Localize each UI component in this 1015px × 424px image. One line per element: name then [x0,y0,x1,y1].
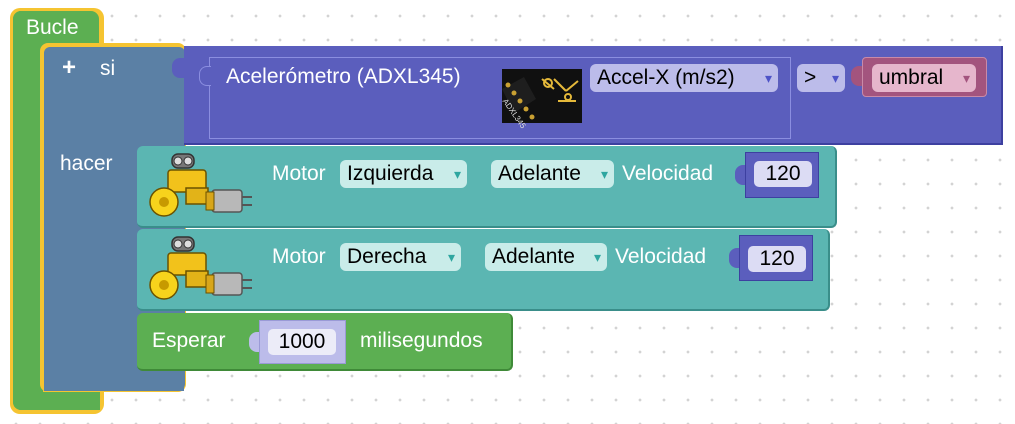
axis-dropdown[interactable]: Accel-X (m/s2) ▾ [590,64,778,92]
operator-dropdown[interactable]: > ▾ [797,64,845,92]
do-label: hacer [60,152,113,175]
wait-input[interactable]: 1000 [268,329,336,355]
speed-label: Velocidad [615,245,707,268]
speed-label: Velocidad [622,162,714,185]
motor-side-dropdown[interactable]: Izquierda ▾ [340,160,467,188]
motor-direction-value: Adelante [492,245,575,268]
variable-dropdown[interactable]: umbral ▾ [872,64,976,92]
motor-side-value: Izquierda [347,162,434,185]
loop-label: Bucle [26,16,79,39]
if-label: si [100,57,116,80]
chevron-down-icon: ▾ [453,166,461,182]
robot-motor-icon [148,233,258,305]
chevron-down-icon: ▾ [962,70,970,86]
robot-motor-icon [148,150,258,222]
motor-direction-dropdown[interactable]: Adelante ▾ [485,243,607,271]
chevron-down-icon: ▾ [831,70,839,86]
motor-side-value: Derecha [347,245,427,268]
wait-label: Esperar [152,329,226,352]
chevron-down-icon: ▾ [600,166,608,182]
wait-unit-label: milisegundos [360,329,483,352]
motor-direction-dropdown[interactable]: Adelante ▾ [491,160,614,188]
motor-direction-value: Adelante [498,162,581,185]
if-block-footer [44,375,184,391]
motor-label: Motor [272,245,326,268]
adxl345-sensor-icon: ADXL345 [501,69,582,130]
motor-side-dropdown[interactable]: Derecha ▾ [340,243,461,271]
accelerometer-label: Acelerómetro (ADXL345) [226,65,461,88]
mutator-plus-icon[interactable]: + [62,56,76,80]
speed-input[interactable]: 120 [754,161,812,187]
variable-dropdown-value: umbral [879,66,944,89]
motor-label: Motor [272,162,326,185]
chevron-down-icon: ▾ [447,249,455,265]
chevron-down-icon: ▾ [764,70,772,86]
axis-dropdown-value: Accel-X (m/s2) [597,66,735,89]
loop-block-body [13,11,43,410]
chevron-down-icon: ▾ [593,249,601,265]
accelerometer-connector [199,66,211,86]
loop-block-footer [13,392,100,410]
operator-dropdown-value: > [804,66,817,89]
speed-input[interactable]: 120 [748,246,806,272]
